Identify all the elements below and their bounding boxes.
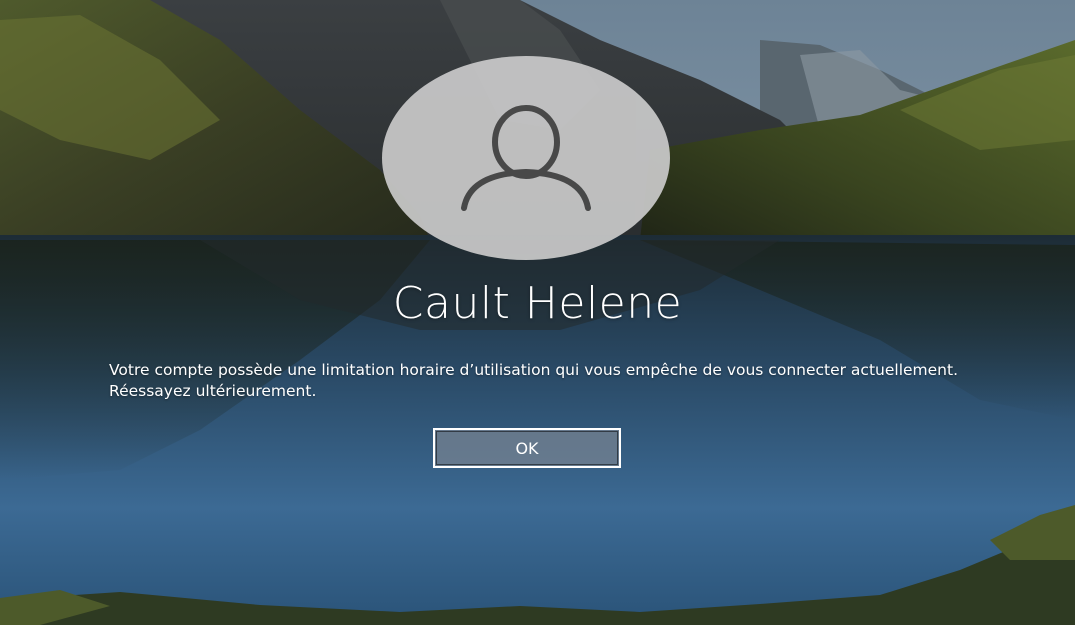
ok-button[interactable]: OK	[433, 428, 621, 468]
user-icon	[461, 105, 591, 211]
logon-hours-message: Votre compte possède une limitation hora…	[109, 361, 959, 400]
avatar	[382, 56, 670, 260]
user-name: Cault Helene	[392, 278, 683, 329]
lock-screen: Cault Helene Votre compte possède une li…	[0, 0, 1075, 625]
